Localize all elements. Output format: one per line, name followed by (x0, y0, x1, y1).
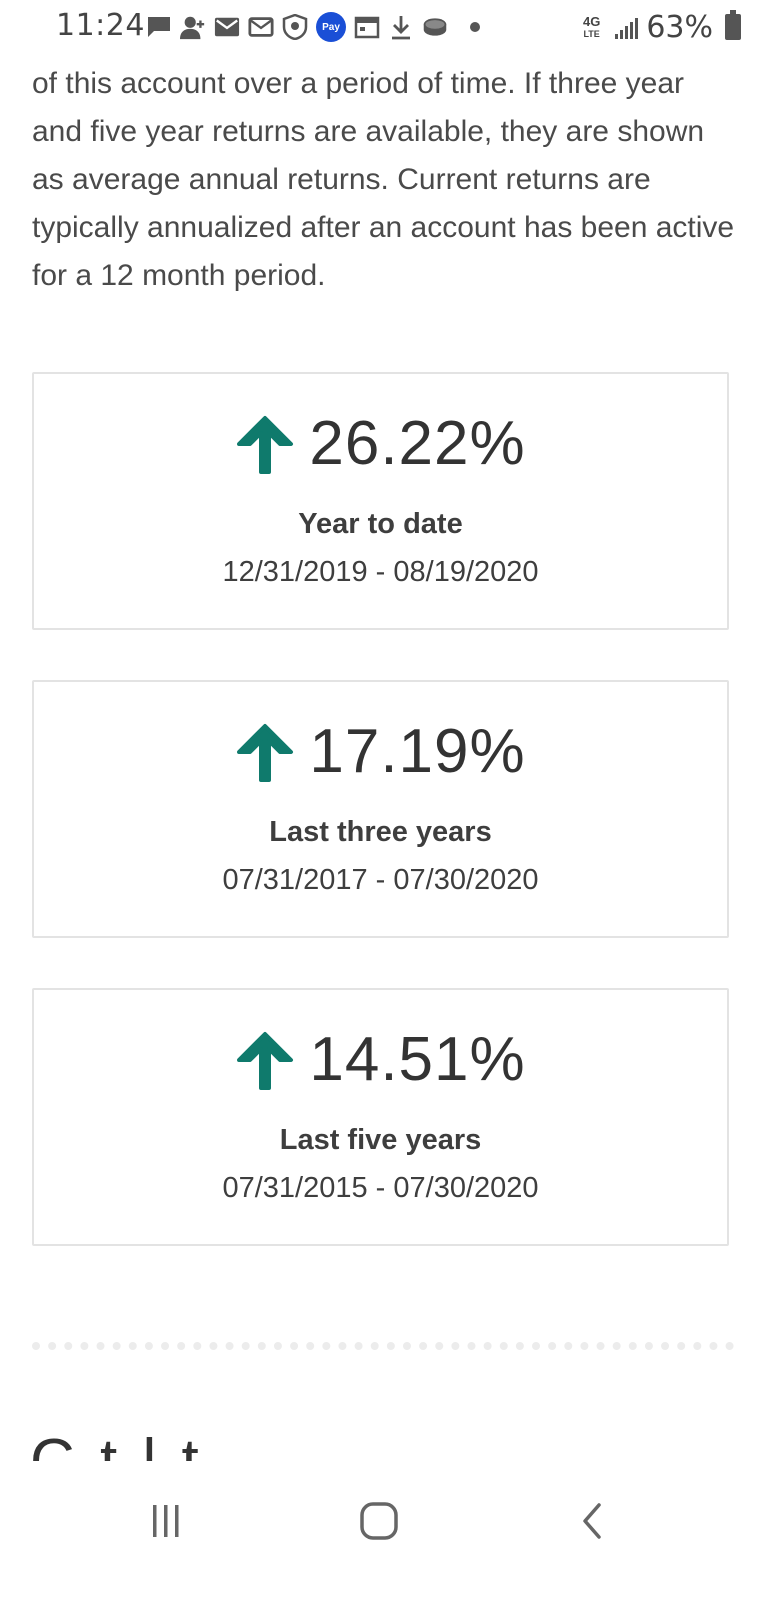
up-arrow-icon (237, 723, 294, 782)
return-card-five-years: 14.51% Last five years 07/31/2015 - 07/3… (32, 988, 729, 1246)
next-section-heading: C t l t (30, 1426, 203, 1461)
calendar-icon (354, 14, 380, 40)
nhl-shield-icon (282, 14, 308, 40)
add-contact-icon (180, 14, 206, 40)
mail-outline-icon (248, 14, 274, 40)
status-bar: 11:24 Pay 4G LTE 63% (0, 0, 779, 56)
return-period-label: Last three years (269, 816, 492, 848)
signal-icon (614, 15, 640, 41)
chat-icon (146, 14, 172, 40)
return-value: 17.19% (309, 717, 526, 786)
notification-dot-icon (470, 22, 480, 32)
return-date-range: 12/31/2019 - 08/19/2020 (222, 556, 539, 588)
status-time: 11:24 (56, 8, 145, 43)
return-card-ytd: 26.22% Year to date 12/31/2019 - 08/19/2… (32, 372, 729, 630)
return-value: 14.51% (309, 1025, 526, 1094)
return-date-range: 07/31/2017 - 07/30/2020 (222, 864, 539, 896)
return-card-three-years: 17.19% Last three years 07/31/2017 - 07/… (32, 680, 729, 938)
network-type: 4G LTE (582, 13, 601, 40)
home-button[interactable] (349, 1491, 409, 1551)
up-arrow-icon (237, 415, 294, 474)
return-period-label: Last five years (279, 1124, 482, 1156)
battery-icon (725, 10, 741, 40)
section-divider (32, 1342, 734, 1350)
return-value-row: 14.51% (34, 1024, 727, 1095)
content-area[interactable]: of this account over a period of time. I… (0, 56, 779, 1461)
return-period-label: Year to date (298, 508, 463, 540)
download-icon (388, 14, 414, 40)
status-icons-right: 4G LTE 63% (583, 10, 713, 45)
pay-icon: Pay (316, 12, 346, 42)
screen: 11:24 Pay 4G LTE 63% of this account ove… (0, 0, 779, 1600)
back-button[interactable] (563, 1491, 623, 1551)
status-icons-left: Pay (146, 12, 480, 42)
battery-percent: 63% (646, 10, 713, 45)
hockey-puck-icon (422, 14, 448, 40)
return-date-range: 07/31/2015 - 07/30/2020 (222, 1172, 539, 1204)
back-icon (583, 1503, 601, 1539)
home-icon (360, 1502, 398, 1540)
returns-explanation: of this account over a period of time. I… (32, 67, 735, 292)
return-value-row: 26.22% (34, 408, 727, 479)
recent-apps-icon (153, 1505, 179, 1537)
return-value: 26.22% (309, 409, 526, 478)
network-label: 4G (582, 13, 601, 29)
mail-icon (214, 14, 240, 40)
network-sub-label: LTE (583, 28, 600, 39)
up-arrow-icon (237, 1031, 294, 1090)
navigation-bar (0, 1461, 779, 1600)
recent-apps-button[interactable] (136, 1491, 196, 1551)
return-value-row: 17.19% (34, 716, 727, 787)
